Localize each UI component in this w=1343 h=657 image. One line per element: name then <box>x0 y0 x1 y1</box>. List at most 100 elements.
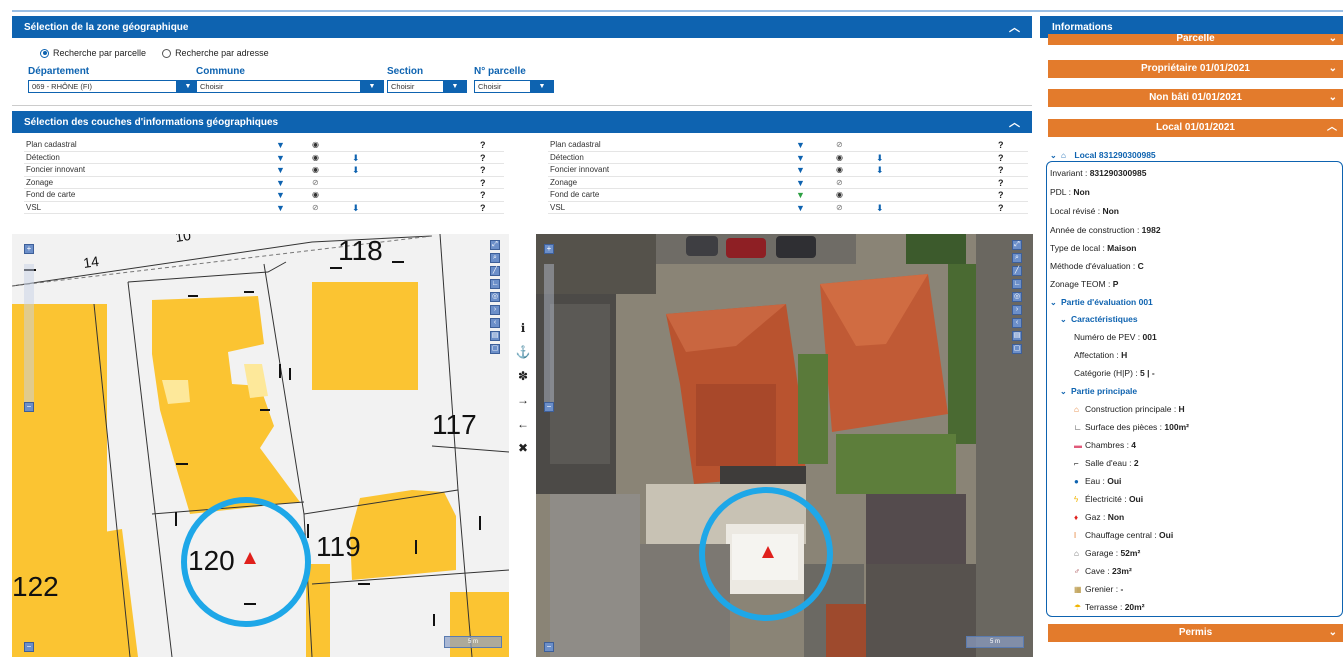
eye-off-icon[interactable]: ⊘ <box>836 177 843 189</box>
zoom-out-button[interactable]: − <box>544 642 554 652</box>
print-icon[interactable]: ▤ <box>1012 331 1022 341</box>
collapse-chevron-icon[interactable]: ︿ <box>1009 114 1020 130</box>
locate-icon[interactable]: ◎ <box>1012 292 1022 302</box>
fullscreen-icon[interactable]: ⤢ <box>1012 240 1022 250</box>
zoom-icon[interactable]: ⌕ <box>490 253 500 263</box>
partie-principale-head[interactable]: ⌄ Partie principale <box>1060 386 1137 396</box>
help-icon[interactable]: ? <box>998 202 1004 214</box>
eye-off-icon[interactable]: ⊘ <box>312 202 319 214</box>
filter-icon[interactable]: ▼ <box>276 139 285 151</box>
layer-row: Fond de carte ▼ ◉ ? <box>548 189 1028 202</box>
filter-icon[interactable]: ▼ <box>276 177 285 189</box>
print-icon[interactable]: ▤ <box>490 331 500 341</box>
zoom-out-button[interactable]: − <box>24 402 34 412</box>
help-icon[interactable]: ? <box>480 177 486 189</box>
help-icon[interactable]: ? <box>480 139 486 151</box>
help-icon[interactable]: ? <box>998 139 1004 151</box>
chambres-row: ▬ Chambres : 4 <box>1074 440 1137 450</box>
help-icon[interactable]: ? <box>480 189 486 201</box>
collapse-chevron-icon[interactable]: ︿ <box>1009 19 1020 35</box>
anchor-icon[interactable]: ⚓ <box>516 344 531 360</box>
accordion-local[interactable]: Local 01/01/2021 ︿ <box>1048 119 1343 137</box>
eye-off-icon[interactable]: ⊘ <box>836 202 843 214</box>
departement-select[interactable]: 069 - RHÔNE (FI) ▼ <box>28 80 200 93</box>
filter-icon[interactable]: ▼ <box>796 139 805 151</box>
wine-icon: ♂ <box>1074 567 1080 576</box>
radio-adresse[interactable]: Recherche par adresse <box>162 48 269 58</box>
previous-icon[interactable]: ‹ <box>1012 318 1022 328</box>
arrow-left-icon[interactable]: ← <box>517 416 529 432</box>
zoom-slider[interactable] <box>544 264 554 404</box>
eye-icon[interactable]: ◉ <box>312 139 319 151</box>
eye-icon[interactable]: ◉ <box>312 164 319 176</box>
previous-icon[interactable]: ‹ <box>490 318 500 328</box>
eye-icon[interactable]: ◉ <box>836 164 843 176</box>
help-icon[interactable]: ? <box>998 177 1004 189</box>
measure-line-icon[interactable]: ╱ <box>1012 266 1022 276</box>
eye-icon[interactable]: ◉ <box>836 189 843 201</box>
commune-select[interactable]: Choisir ▼ <box>196 80 384 93</box>
zoom-icon[interactable]: ⌕ <box>1012 253 1022 263</box>
zoom-out-button[interactable]: − <box>544 402 554 412</box>
partie-eval-head[interactable]: ⌄ Partie d'évaluation 001 <box>1050 297 1153 307</box>
eye-off-icon[interactable]: ⊘ <box>312 177 319 189</box>
zoom-in-button[interactable]: + <box>544 244 554 254</box>
accordion-parcelle[interactable]: Parcelle ⌄ <box>1048 34 1343 45</box>
tools-icon[interactable]: ✖ <box>518 440 528 456</box>
filter-icon[interactable]: ▼ <box>276 164 285 176</box>
download-icon[interactable]: ⬇ <box>352 152 360 164</box>
help-icon[interactable]: ? <box>998 164 1004 176</box>
next-icon[interactable]: › <box>1012 305 1022 315</box>
filter-icon[interactable]: ▼ <box>796 202 805 214</box>
caracteristiques-head[interactable]: ⌄ Caractéristiques <box>1060 314 1138 324</box>
accordion-non-bati[interactable]: Non bâti 01/01/2021 ⌄ <box>1048 89 1343 107</box>
info-icon[interactable]: ℹ <box>521 320 526 336</box>
zoom-out-button[interactable]: − <box>24 642 34 652</box>
arrow-right-icon[interactable]: → <box>517 392 529 408</box>
section-select[interactable]: Choisir ▼ <box>387 80 467 93</box>
help-icon[interactable]: ? <box>480 202 486 214</box>
measure-line-icon[interactable]: ╱ <box>490 266 500 276</box>
extent-icon[interactable]: ▢ <box>1012 344 1022 354</box>
fullscreen-icon[interactable]: ⤢ <box>490 240 500 250</box>
accordion-proprietaire[interactable]: Propriétaire 01/01/2021 ⌄ <box>1048 60 1343 78</box>
settings-icon[interactable]: ✽ <box>518 368 528 384</box>
filter-icon[interactable]: ▼ <box>796 164 805 176</box>
help-icon[interactable]: ? <box>480 152 486 164</box>
help-icon[interactable]: ? <box>998 189 1004 201</box>
location-marker-icon[interactable] <box>244 552 256 564</box>
accordion-permis[interactable]: Permis ⌄ <box>1048 624 1343 642</box>
extent-icon[interactable]: ▢ <box>490 344 500 354</box>
local-tree-head[interactable]: ⌄ ⌂ Local 831290300985 <box>1050 150 1156 160</box>
eye-off-icon[interactable]: ⊘ <box>836 139 843 151</box>
measure-angle-icon[interactable]: ∟ <box>1012 279 1022 289</box>
download-icon[interactable]: ⬇ <box>876 164 884 176</box>
filter-icon[interactable]: ▼ <box>276 152 285 164</box>
download-icon[interactable]: ⬇ <box>876 202 884 214</box>
zoom-in-button[interactable]: + <box>24 244 34 254</box>
couches-header[interactable]: Sélection des couches d'informations géo… <box>12 111 1032 133</box>
aerial-map[interactable]: + − − ⤢ ⌕ ╱ ∟ ◎ › ‹ ▤ ▢ 5 m <box>536 234 1033 657</box>
radio-parcelle[interactable]: Recherche par parcelle <box>40 48 146 58</box>
filter-icon[interactable]: ▼ <box>796 189 805 201</box>
cadastral-map[interactable]: 14 10 118 117 120 119 122 + − − ⤢ ⌕ ╱ ∟ … <box>12 234 509 657</box>
help-icon[interactable]: ? <box>480 164 486 176</box>
parcelle-label: N° parcelle <box>474 66 526 77</box>
filter-icon[interactable]: ▼ <box>796 177 805 189</box>
filter-icon[interactable]: ▼ <box>796 152 805 164</box>
zoom-slider[interactable] <box>24 264 34 404</box>
download-icon[interactable]: ⬇ <box>876 152 884 164</box>
filter-icon[interactable]: ▼ <box>276 189 285 201</box>
locate-icon[interactable]: ◎ <box>490 292 500 302</box>
zone-header[interactable]: Sélection de la zone géographique ︿ <box>12 16 1032 38</box>
next-icon[interactable]: › <box>490 305 500 315</box>
parcelle-select[interactable]: Choisir ▼ <box>474 80 554 93</box>
eye-icon[interactable]: ◉ <box>312 189 319 201</box>
eye-icon[interactable]: ◉ <box>312 152 319 164</box>
download-icon[interactable]: ⬇ <box>352 202 360 214</box>
filter-icon[interactable]: ▼ <box>276 202 285 214</box>
measure-angle-icon[interactable]: ∟ <box>490 279 500 289</box>
download-icon[interactable]: ⬇ <box>352 164 360 176</box>
eye-icon[interactable]: ◉ <box>836 152 843 164</box>
help-icon[interactable]: ? <box>998 152 1004 164</box>
